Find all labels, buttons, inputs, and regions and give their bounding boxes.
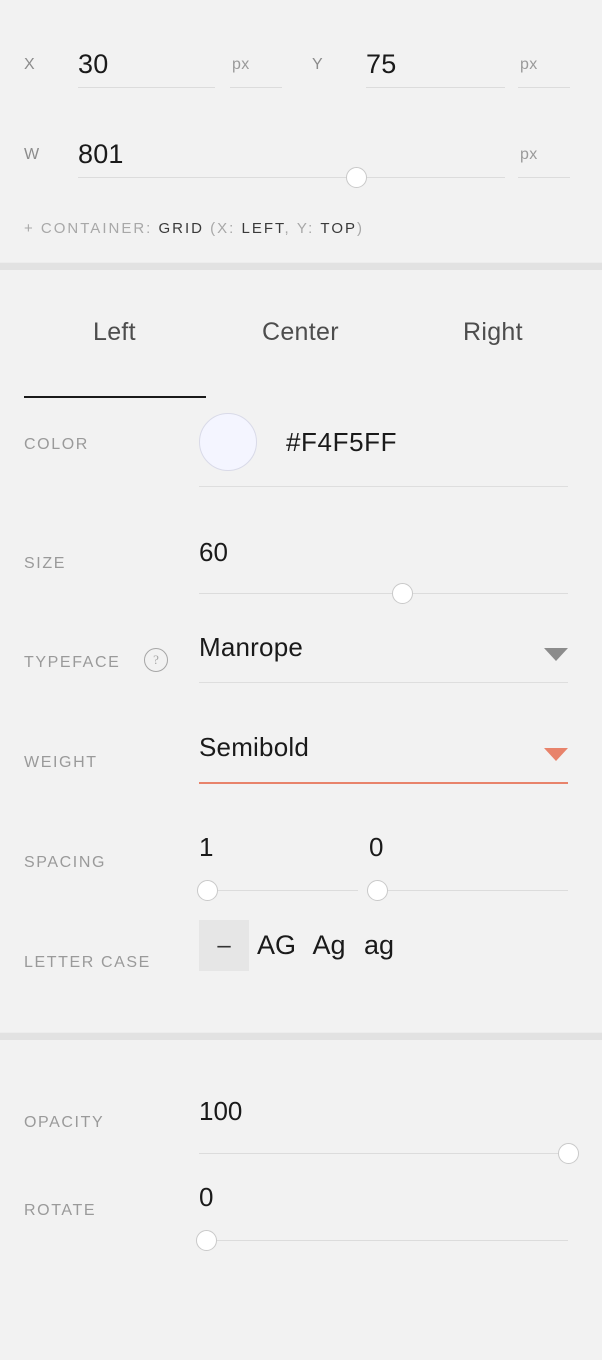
spacing-label: SPACING	[24, 854, 107, 871]
rotate-label: ROTATE	[24, 1202, 97, 1219]
opacity-value[interactable]: 100	[199, 1096, 242, 1127]
w-field-value[interactable]: 801	[78, 139, 124, 170]
size-value[interactable]: 60	[199, 537, 228, 568]
x-field-unit[interactable]: px	[232, 56, 250, 74]
section-divider-2	[0, 1033, 602, 1040]
letter-case-label: LETTER CASE	[24, 954, 151, 971]
container-y-key: Y:	[296, 220, 315, 237]
letter-spacing-slider-handle[interactable]	[196, 880, 218, 901]
chevron-down-icon[interactable]	[544, 648, 568, 661]
x-field-underline	[78, 87, 215, 88]
letter-case-option-none[interactable]: –	[199, 920, 249, 971]
color-label: COLOR	[24, 436, 89, 453]
container-x-key: X:	[217, 220, 236, 237]
alignment-tabs: Left Center Right	[0, 270, 602, 398]
size-label: SIZE	[24, 555, 66, 572]
opacity-row: OPACITY 100	[0, 1040, 602, 1164]
container-y-value: TOP	[320, 220, 357, 237]
width-row: W 801 px	[0, 118, 602, 190]
width-slider-handle[interactable]	[345, 167, 367, 188]
rotate-slider-track	[199, 1240, 568, 1241]
size-row: SIZE 60	[0, 510, 602, 610]
tab-align-left[interactable]: Left	[93, 318, 136, 347]
weight-label: WEIGHT	[24, 754, 98, 771]
letter-spacing-value[interactable]: 1	[199, 832, 213, 863]
properties-panel: X 30 px Y 75 px W 801 px + CONTAINER: GR…	[0, 0, 602, 1268]
color-field-underline	[199, 486, 568, 487]
chevron-down-icon-weight[interactable]	[544, 748, 568, 761]
y-field-label: Y	[312, 56, 324, 73]
letter-case-row: LETTER CASE – AG Ag ag	[0, 910, 602, 1010]
line-spacing-value[interactable]: 0	[369, 832, 383, 863]
color-hex-value[interactable]: #F4F5FF	[286, 427, 397, 458]
letter-case-option-lowercase[interactable]: ag	[354, 920, 404, 971]
color-row: COLOR #F4F5FF	[0, 398, 602, 510]
w-field-unit[interactable]: px	[520, 146, 538, 164]
y-field-unit[interactable]: px	[520, 56, 538, 74]
typeface-row: TYPEFACE ? Manrope	[0, 610, 602, 710]
letter-case-option-uppercase[interactable]: AG	[249, 920, 304, 971]
letter-spacing-slider-track	[199, 890, 358, 891]
rotate-row: ROTATE 0	[0, 1158, 602, 1268]
x-field-value[interactable]: 30	[78, 49, 108, 80]
container-type: GRID	[158, 220, 204, 237]
container-row[interactable]: + CONTAINER: GRID (X: LEFT, Y: TOP)	[0, 206, 602, 262]
geometry-section: X 30 px Y 75 px W 801 px + CONTAINER: GR…	[0, 0, 602, 262]
opacity-slider-track	[199, 1153, 568, 1154]
size-slider-handle[interactable]	[391, 583, 413, 604]
opacity-label: OPACITY	[24, 1114, 105, 1131]
y-field-value[interactable]: 75	[366, 49, 396, 80]
container-descriptor[interactable]: + CONTAINER: GRID (X: LEFT, Y: TOP)	[24, 220, 364, 237]
typeface-field-underline	[199, 682, 568, 683]
color-swatch[interactable]	[199, 413, 257, 471]
w-field-label: W	[24, 146, 41, 163]
letter-case-options: – AG Ag ag	[199, 920, 404, 971]
transform-section: OPACITY 100 ROTATE 0	[0, 1040, 602, 1268]
typeface-label: TYPEFACE	[24, 654, 121, 671]
help-icon[interactable]: ?	[144, 648, 168, 672]
x-unit-underline	[230, 87, 282, 88]
w-unit-underline	[518, 177, 570, 178]
weight-value[interactable]: Semibold	[199, 732, 309, 763]
size-slider-track	[199, 593, 568, 594]
tab-align-right[interactable]: Right	[463, 318, 523, 347]
width-slider-track	[78, 177, 505, 178]
spacing-row: SPACING 1 0	[0, 810, 602, 910]
container-x-value: LEFT	[241, 220, 285, 237]
container-prefix: + CONTAINER:	[24, 220, 153, 237]
x-field-label: X	[24, 56, 36, 73]
weight-row: WEIGHT Semibold	[0, 710, 602, 810]
rotate-value[interactable]: 0	[199, 1182, 213, 1213]
typography-section: Left Center Right COLOR #F4F5FF SIZE 60 …	[0, 270, 602, 1032]
position-row: X 30 px Y 75 px	[0, 28, 602, 100]
y-field-underline	[366, 87, 505, 88]
y-unit-underline	[518, 87, 570, 88]
line-spacing-slider-track	[369, 890, 568, 891]
section-divider-1	[0, 263, 602, 270]
tab-align-center[interactable]: Center	[262, 318, 339, 347]
weight-field-underline	[199, 782, 568, 784]
line-spacing-slider-handle[interactable]	[366, 880, 388, 901]
typeface-value[interactable]: Manrope	[199, 632, 303, 663]
letter-case-option-titlecase[interactable]: Ag	[304, 920, 354, 971]
rotate-slider-handle[interactable]	[196, 1230, 218, 1251]
container-close-paren: )	[357, 220, 364, 237]
